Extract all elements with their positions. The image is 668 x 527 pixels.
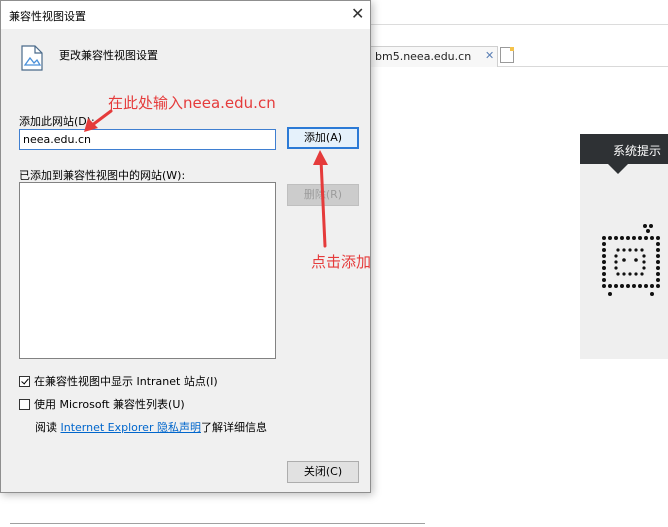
site-list[interactable] <box>19 182 276 359</box>
system-notice-panel: 系统提示 <box>580 134 668 359</box>
site-input[interactable] <box>19 129 276 150</box>
header-text: 更改兼容性视图设置 <box>59 49 158 62</box>
tab-close-icon[interactable]: ✕ <box>485 49 494 62</box>
dialog-titlebar: 兼容性视图设置 ✕ <box>1 1 370 29</box>
privacy-row: 阅读 Internet Explorer 隐私声明了解详细信息 <box>35 419 267 435</box>
add-button[interactable]: 添加(A) <box>287 127 359 149</box>
system-notice-header: 系统提示 <box>580 134 668 174</box>
browser-tab[interactable]: bm5.neea.edu.cn ✕ <box>366 46 498 67</box>
browser-tab-label: bm5.neea.edu.cn <box>375 50 472 63</box>
privacy-link[interactable]: Internet Explorer 隐私声明 <box>61 421 201 434</box>
page-icon <box>21 45 43 71</box>
tv-dots-icon <box>602 224 660 296</box>
intranet-check-label: 在兼容性视图中显示 Intranet 站点(I) <box>34 375 218 388</box>
intranet-check-row[interactable]: 在兼容性视图中显示 Intranet 站点(I) <box>19 374 218 388</box>
browser-bottom-edge <box>10 523 425 527</box>
privacy-suffix: 了解详细信息 <box>200 421 267 434</box>
annotation-click-hint: 点击添加 <box>311 253 372 271</box>
system-notice-title: 系统提示 <box>613 144 662 158</box>
mslist-check-label: 使用 Microsoft 兼容性列表(U) <box>34 398 185 411</box>
annotation-enter-hint: 在此处输入neea.edu.cn <box>108 94 276 112</box>
compat-view-dialog: 兼容性视图设置 ✕ 更改兼容性视图设置 添加此网站(D): 添加(A) 已添加到… <box>0 0 371 493</box>
mslist-check-row[interactable]: 使用 Microsoft 兼容性列表(U) <box>19 397 185 411</box>
intranet-checkbox[interactable] <box>19 375 30 387</box>
privacy-prefix: 阅读 <box>35 421 57 434</box>
dialog-title: 兼容性视图设置 <box>9 10 86 23</box>
remove-button[interactable]: 删除(R) <box>287 184 359 206</box>
close-button[interactable]: 关闭(C) <box>287 461 359 483</box>
site-list-label: 已添加到兼容性视图中的网站(W): <box>19 169 186 182</box>
mslist-checkbox[interactable] <box>19 398 30 410</box>
new-tab-icon[interactable] <box>500 47 514 63</box>
close-icon[interactable]: ✕ <box>351 4 364 23</box>
add-site-label: 添加此网站(D): <box>19 115 95 128</box>
